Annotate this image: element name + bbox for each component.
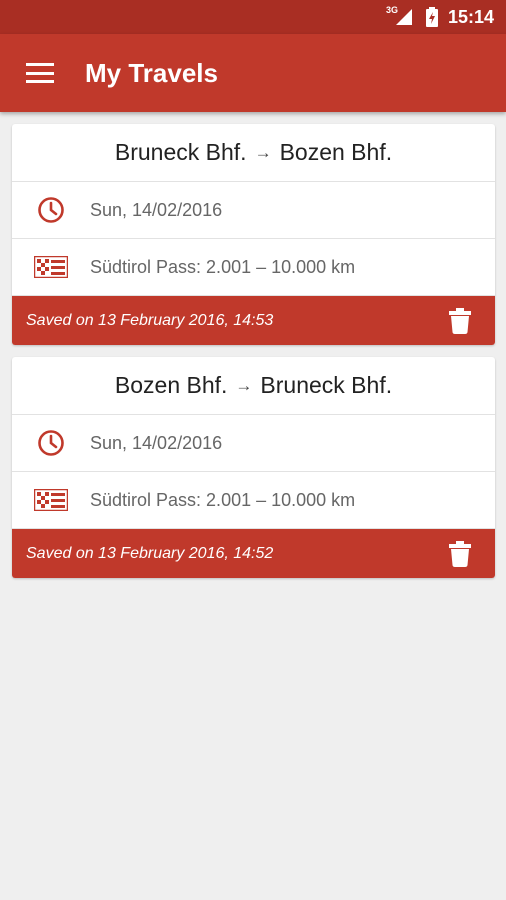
- travel-date: Sun, 14/02/2016: [90, 199, 223, 220]
- travel-date-row: Sun, 14/02/2016: [12, 182, 495, 239]
- saved-timestamp: Saved on 13 February 2016, 14:53: [26, 311, 274, 329]
- travel-pass-row: Südtirol Pass: 2.001 – 10.000 km: [12, 239, 495, 296]
- travel-card[interactable]: Bruneck Bhf. → Bozen Bhf. Sun, 14/02/201…: [12, 124, 495, 345]
- travel-date-row: Sun, 14/02/2016: [12, 415, 495, 472]
- battery-icon: [425, 7, 438, 27]
- route-arrow: →: [235, 375, 253, 395]
- clock-icon: [38, 430, 64, 456]
- clock-icon: [38, 197, 64, 223]
- saved-timestamp: Saved on 13 February 2016, 14:52: [26, 544, 274, 562]
- travel-pass: Südtirol Pass: 2.001 – 10.000 km: [90, 256, 356, 277]
- network-type-label: 3G: [385, 5, 398, 15]
- travel-footer: Saved on 13 February 2016, 14:53: [12, 296, 495, 345]
- route-origin: Bozen Bhf.: [114, 372, 228, 398]
- trash-icon: [449, 307, 471, 334]
- status-time: 15:14: [447, 6, 494, 27]
- trash-icon: [449, 540, 471, 567]
- delete-travel-button[interactable]: [449, 540, 471, 567]
- ticket-pass-icon: [34, 256, 68, 278]
- page-title: My Travels: [85, 57, 218, 88]
- signal-indicator: 3G: [386, 5, 412, 25]
- app-bar: My Travels: [0, 34, 506, 112]
- travel-footer: Saved on 13 February 2016, 14:52: [12, 529, 495, 578]
- travel-pass-row: Südtirol Pass: 2.001 – 10.000 km: [12, 472, 495, 529]
- route-origin: Bruneck Bhf.: [114, 139, 247, 165]
- route-destination: Bruneck Bhf.: [260, 372, 393, 398]
- delete-travel-button[interactable]: [449, 307, 471, 334]
- status-bar: 3G 15:14: [0, 0, 506, 34]
- signal-icon: [395, 9, 412, 25]
- route-destination: Bozen Bhf.: [279, 139, 393, 165]
- travel-route: Bozen Bhf. → Bruneck Bhf.: [12, 357, 495, 415]
- travel-pass: Südtirol Pass: 2.001 – 10.000 km: [90, 489, 356, 510]
- hamburger-menu-icon[interactable]: [26, 63, 54, 83]
- travel-route: Bruneck Bhf. → Bozen Bhf.: [12, 124, 495, 182]
- travel-card[interactable]: Bozen Bhf. → Bruneck Bhf. Sun, 14/02/201…: [12, 357, 495, 578]
- ticket-pass-icon: [34, 489, 68, 511]
- travel-date: Sun, 14/02/2016: [90, 432, 223, 453]
- route-arrow: →: [254, 142, 272, 162]
